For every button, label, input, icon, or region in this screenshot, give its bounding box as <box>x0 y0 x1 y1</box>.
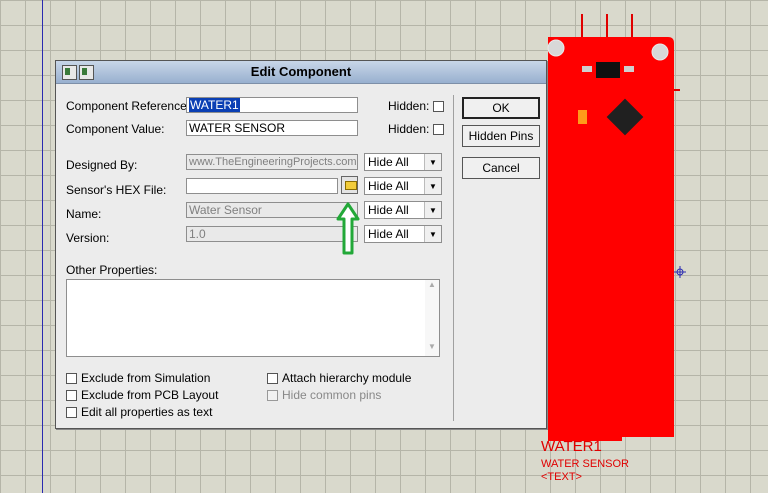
component-reference-value: WATER1 <box>189 98 240 112</box>
attach-hierarchy-label[interactable]: Attach hierarchy module <box>282 371 411 385</box>
component-ref-label[interactable]: WATER1 <box>541 438 602 455</box>
reference-hidden-label: Hidden: <box>388 99 430 113</box>
hidden-pins-button[interactable]: Hidden Pins <box>462 125 540 147</box>
designed-by-visibility-value: Hide All <box>368 155 409 169</box>
sensor-mount-hole-right <box>651 43 669 61</box>
other-properties-scrollbar[interactable]: ▲ ▼ <box>425 280 439 356</box>
hex-file-visibility-value: Hide All <box>368 179 409 193</box>
chevron-down-icon[interactable]: ▼ <box>425 342 439 356</box>
version-label: Version: <box>66 231 110 245</box>
component-value-label-text: Component Value: <box>66 122 165 136</box>
button-separator <box>453 95 454 421</box>
browse-file-button[interactable] <box>341 176 358 194</box>
exclude-simulation-checkbox[interactable] <box>66 373 77 384</box>
chevron-down-icon[interactable]: ▼ <box>424 202 441 218</box>
hide-common-pins-label: Hide common pins <box>282 388 382 402</box>
ok-button[interactable]: OK <box>462 97 540 119</box>
edit-all-checkbox[interactable] <box>66 407 77 418</box>
sensor-header-pad-right <box>624 66 634 72</box>
green-arrow-annotation <box>336 202 360 255</box>
exclude-simulation-label[interactable]: Exclude from Simulation <box>81 371 210 385</box>
chevron-up-icon[interactable]: ▲ <box>425 280 439 294</box>
attach-hierarchy-checkbox[interactable] <box>267 373 278 384</box>
chevron-down-icon[interactable]: ▼ <box>424 178 441 194</box>
other-properties-label: Other Properties: <box>66 263 158 277</box>
name-visibility-select[interactable]: Hide All ▼ <box>364 201 442 219</box>
folder-icon <box>345 181 357 190</box>
edit-all-label[interactable]: Edit all properties as text <box>81 405 212 419</box>
hex-file-label: Sensor's HEX File: <box>66 183 167 197</box>
sensor-led <box>578 110 587 124</box>
exclude-pcb-label[interactable]: Exclude from PCB Layout <box>81 388 218 402</box>
sensor-mount-hole-left <box>547 39 565 57</box>
dialog-titlebar[interactable]: Edit Component <box>56 61 546 84</box>
designed-by-label: Designed By: <box>66 158 138 172</box>
hex-file-input[interactable] <box>186 178 338 194</box>
edit-component-dialog: Edit Component Component Reference: WATE… <box>55 60 547 429</box>
origin-crosshair <box>676 268 684 276</box>
sensor-header-connector <box>596 62 620 78</box>
sensor-chip <box>606 98 644 136</box>
component-value-input[interactable]: WATER SENSOR <box>186 120 358 136</box>
component-reference-input[interactable]: WATER1 <box>186 97 358 113</box>
name-label: Name: <box>66 207 102 221</box>
reference-hidden-checkbox[interactable] <box>433 101 444 112</box>
component-value-label[interactable]: WATER SENSOR <box>541 458 629 470</box>
other-properties-textarea[interactable]: ▲ ▼ <box>66 279 440 357</box>
hide-common-pins-checkbox <box>267 390 278 401</box>
value-hidden-label: Hidden: <box>388 122 430 136</box>
designed-by-visibility-select[interactable]: Hide All ▼ <box>364 153 442 171</box>
component-text-label[interactable]: <TEXT> <box>541 471 582 483</box>
sensor-board-body <box>548 37 674 441</box>
chevron-down-icon[interactable]: ▼ <box>424 154 441 170</box>
value-hidden-checkbox[interactable] <box>433 124 444 135</box>
cancel-button[interactable]: Cancel <box>462 157 540 179</box>
name-input[interactable]: Water Sensor <box>186 202 358 218</box>
hex-file-visibility-select[interactable]: Hide All ▼ <box>364 177 442 195</box>
version-visibility-value: Hide All <box>368 227 409 241</box>
component-reference-label: Component Reference: <box>66 99 191 113</box>
designed-by-input[interactable]: www.TheEngineeringProjects.com <box>186 154 358 170</box>
dialog-title: Edit Component <box>250 64 352 79</box>
version-visibility-select[interactable]: Hide All ▼ <box>364 225 442 243</box>
version-input[interactable]: 1.0 <box>186 226 358 242</box>
exclude-pcb-checkbox[interactable] <box>66 390 77 401</box>
chevron-down-icon[interactable]: ▼ <box>424 226 441 242</box>
name-visibility-value: Hide All <box>368 203 409 217</box>
schematic-guide-line <box>42 0 43 493</box>
sensor-header-pad-left <box>582 66 592 72</box>
